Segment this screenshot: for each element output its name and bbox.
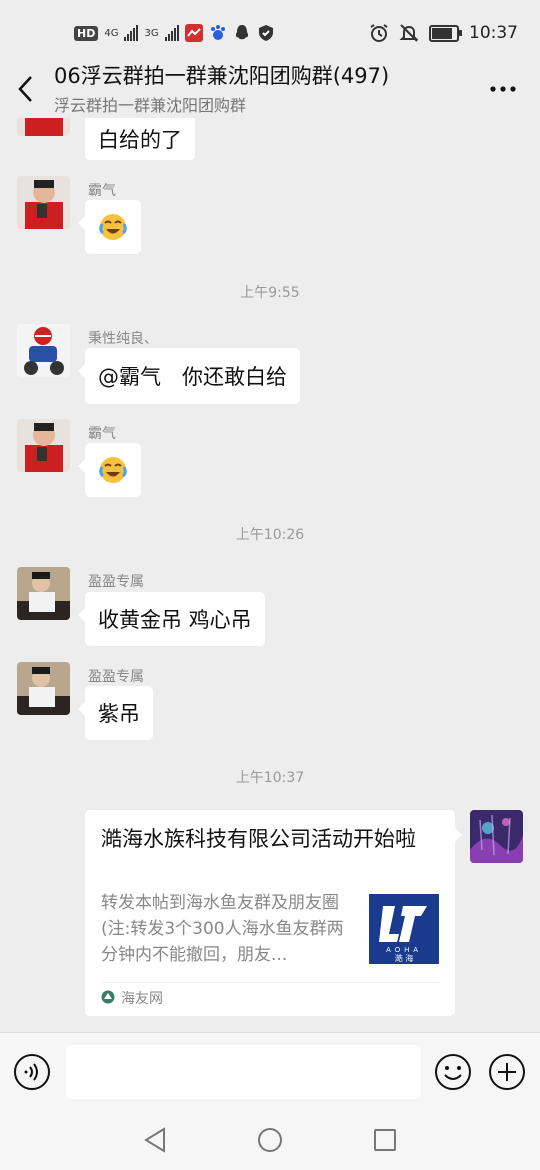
- card-title: 澔海水族科技有限公司活动开始啦: [101, 827, 416, 851]
- back-arrow-icon[interactable]: [14, 74, 40, 104]
- message-bubble[interactable]: @霸气 你还敢白给: [78, 348, 300, 404]
- avatar-self[interactable]: [470, 810, 523, 863]
- avatar-bingxing[interactable]: [17, 324, 70, 377]
- avatar-yingying[interactable]: [17, 662, 70, 715]
- signal-icon: [124, 25, 139, 41]
- message-bubble[interactable]: 紫吊: [78, 686, 153, 740]
- nav-recent-apps-icon[interactable]: [373, 1128, 397, 1152]
- mute-icon: [399, 24, 419, 42]
- timestamp: 上午10:37: [235, 770, 305, 786]
- app-notification-icon: [184, 24, 203, 42]
- chat-title: 06浮云群拍一群兼沈阳团购群(497): [54, 64, 390, 88]
- timestamp: 上午10:26: [235, 527, 305, 543]
- logo-text-top: AOHA: [386, 947, 422, 954]
- shared-link-card[interactable]: 澔海水族科技有限公司活动开始啦 转发本帖到海水鱼友群及朋友圈(注:转发3个300…: [85, 810, 462, 1016]
- chat-header: 06浮云群拍一群兼沈阳团购群(497) 浮云群拍一群兼沈阳团购群: [0, 62, 540, 118]
- card-description: 转发本帖到海水鱼友群及朋友圈(注:转发3个300人海水鱼友群两分钟内不能撤回，朋…: [101, 893, 344, 965]
- voice-input-icon[interactable]: [13, 1053, 51, 1091]
- haiyou-source-icon: [101, 990, 115, 1004]
- shield-notification-icon: [258, 25, 273, 41]
- signal-icon-2: [164, 25, 179, 41]
- more-options-icon[interactable]: [488, 78, 518, 100]
- add-more-icon[interactable]: [488, 1053, 526, 1091]
- aoha-logo-thumbnail: AOHA 澔 海: [369, 894, 439, 964]
- avatar-baqi[interactable]: [17, 419, 70, 472]
- alarm-icon: [370, 24, 388, 42]
- battery-fill: [432, 27, 452, 39]
- logo-text-bottom: 澔 海: [395, 953, 414, 963]
- message-text: 收黄金吊 鸡心吊: [98, 608, 252, 632]
- nav-back-icon[interactable]: [142, 1126, 168, 1154]
- message-bubble[interactable]: 白给的了: [85, 118, 195, 160]
- message-text: 紫吊: [98, 702, 140, 726]
- crying-laughing-emoji-icon: [99, 214, 127, 240]
- status-bar-right: 10:37: [369, 20, 518, 46]
- message-input[interactable]: [66, 1045, 421, 1099]
- message-text: @霸气 你还敢白给: [98, 365, 287, 389]
- chat-subtitle: 浮云群拍一群兼沈阳团购群: [54, 96, 247, 115]
- avatar-baqi[interactable]: [17, 118, 70, 136]
- timestamp: 上午9:55: [240, 285, 300, 301]
- crying-laughing-emoji-icon: [99, 457, 127, 483]
- network-type-1: 4G: [104, 27, 119, 39]
- message-bubble[interactable]: [78, 443, 141, 497]
- avatar-baqi[interactable]: [17, 176, 70, 229]
- card-source: 海友网: [121, 991, 163, 1007]
- card-divider: [101, 982, 439, 983]
- message-bubble[interactable]: [78, 200, 141, 254]
- nav-home-icon[interactable]: [257, 1127, 283, 1153]
- sender-name: 霸气: [88, 426, 116, 442]
- sender-name: 霸气: [88, 183, 116, 199]
- message-text: 白给的了: [98, 128, 182, 152]
- sender-name: 秉性纯良、: [88, 331, 158, 347]
- hd-badge: HD: [74, 25, 99, 41]
- baidu-notification-icon: [210, 25, 225, 40]
- clock: 10:37: [469, 23, 518, 43]
- chat-history[interactable]: 白给的了 霸气 上午9:55 秉性纯良、 @霸气 你还敢白给 霸气 上午10:2…: [0, 118, 540, 1032]
- qq-notification-icon: [235, 25, 248, 40]
- battery-icon: [429, 24, 462, 42]
- avatar-yingying[interactable]: [17, 567, 70, 620]
- system-nav-bar: [0, 1110, 540, 1170]
- status-bar-left: HD 4G 3G: [74, 20, 275, 46]
- status-bar: HD 4G 3G 10:37: [0, 0, 540, 62]
- sender-name: 盈盈专属: [88, 574, 144, 590]
- network-type-2: 3G: [144, 27, 159, 39]
- message-bubble[interactable]: 收黄金吊 鸡心吊: [78, 592, 265, 646]
- sender-name: 盈盈专属: [88, 669, 144, 685]
- input-bar: [0, 1032, 540, 1111]
- emoji-icon[interactable]: [434, 1053, 472, 1091]
- aoha-logo-icon: AOHA 澔 海: [369, 894, 439, 964]
